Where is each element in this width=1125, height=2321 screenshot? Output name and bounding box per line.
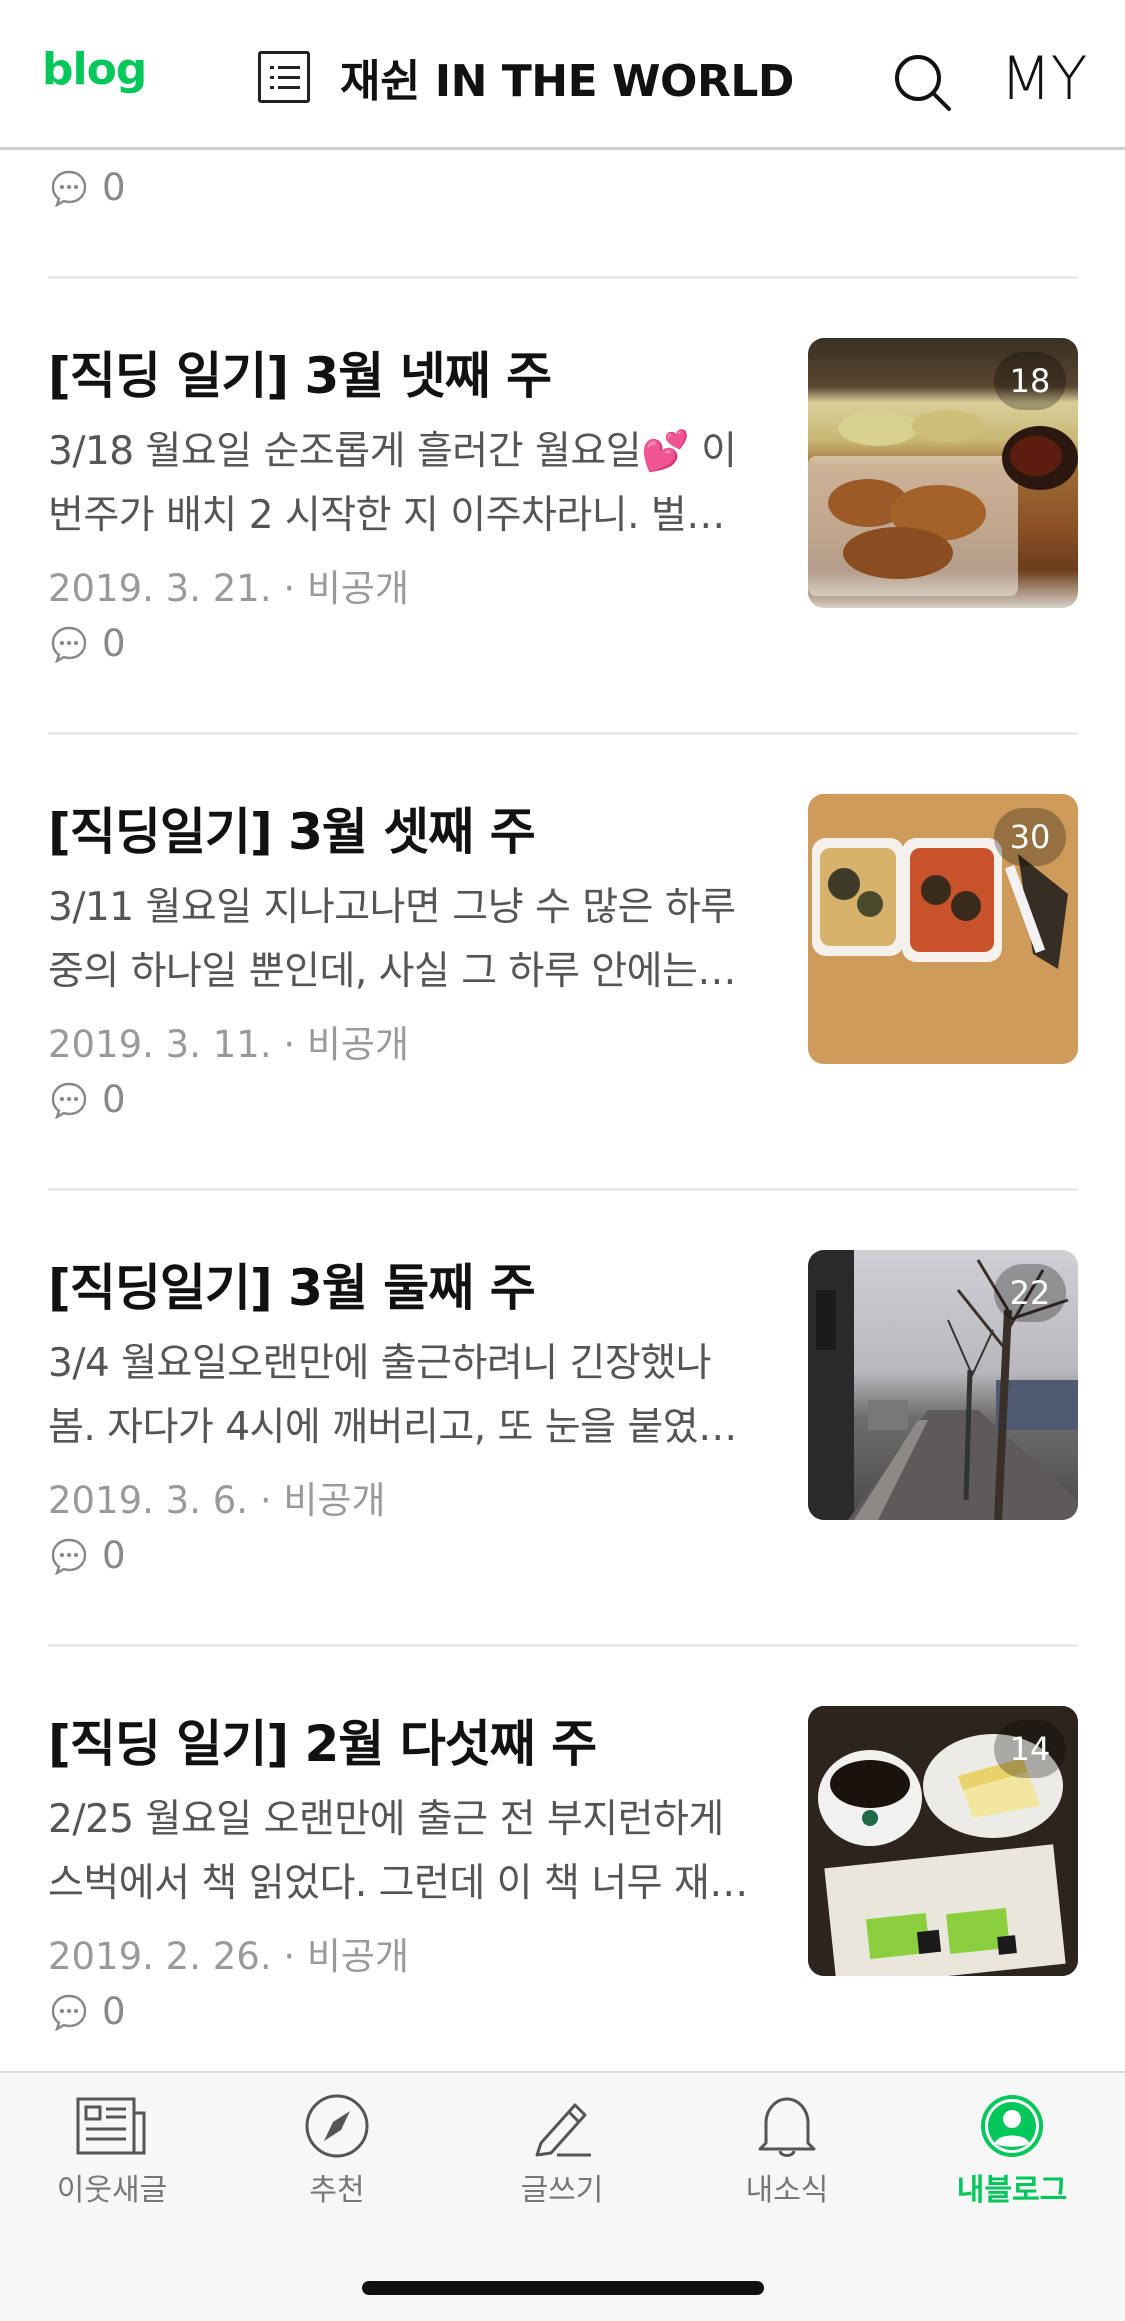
post-comments: 0 bbox=[50, 1534, 126, 1577]
nav-label: 내블로그 bbox=[956, 2173, 1068, 2208]
post-title[interactable]: [직딩일기] 3월 둘째 주 bbox=[48, 1248, 536, 1320]
excerpt-line: 3/4 월요일오랜만에 출근하려니 긴장했나 bbox=[48, 1341, 712, 1386]
post-meta: 2019. 3. 21. · 비공개 bbox=[48, 567, 410, 610]
post-thumbnail[interactable]: 18 bbox=[808, 338, 1078, 608]
post-excerpt: 2/25 월요일 오랜만에 출근 전 부지런하게 스벅에서 책 읽었다. 그런데… bbox=[48, 1788, 768, 1916]
nav-label: 추천 bbox=[309, 2173, 365, 2208]
post-date: 2019. 3. 6. bbox=[48, 1479, 249, 1522]
newspaper-icon bbox=[76, 2097, 146, 2155]
post-visibility: 비공개 bbox=[283, 1479, 386, 1522]
post-thumbnail[interactable]: 22 bbox=[808, 1250, 1078, 1520]
post-date: 2019. 3. 11. bbox=[48, 1023, 272, 1066]
excerpt-line: 3/11 월요일 지나고나면 그냥 수 많은 하루 bbox=[48, 885, 736, 930]
excerpt-line: 중의 하나일 뿐인데, 사실 그 하루 안에는… bbox=[48, 949, 736, 994]
nav-my-blog[interactable]: 내블로그 bbox=[912, 2093, 1112, 2209]
photo-count-badge: 30 bbox=[994, 808, 1066, 866]
nav-neighbor-posts[interactable]: 이웃새글 bbox=[12, 2093, 212, 2209]
post-excerpt: 3/11 월요일 지나고나면 그냥 수 많은 하루 중의 하나일 뿐인데, 사실… bbox=[48, 876, 768, 1004]
nav-label: 내소식 bbox=[745, 2173, 829, 2208]
post-divider bbox=[48, 1644, 1078, 1647]
post-meta: 2019. 3. 11. · 비공개 bbox=[48, 1023, 410, 1066]
post-excerpt: 3/18 월요일 순조롭게 흘러간 월요일💕 이 번주가 배치 2 시작한 지 … bbox=[48, 420, 768, 548]
post-visibility: 비공개 bbox=[306, 1935, 410, 1978]
comment-count: 0 bbox=[102, 1078, 126, 1121]
list-icon[interactable] bbox=[258, 51, 310, 103]
excerpt-line: 2/25 월요일 오랜만에 출근 전 부지런하게 bbox=[48, 1797, 724, 1842]
comment-count: 0 bbox=[102, 622, 126, 665]
excerpt-line: 번주가 배치 2 시작한 지 이주차라니. 벌… bbox=[48, 493, 725, 538]
excerpt-line: 봄. 자다가 4시에 깨버리고, 또 눈을 붙였… bbox=[48, 1405, 737, 1450]
nav-notifications[interactable]: 내소식 bbox=[687, 2093, 887, 2209]
nav-recommend[interactable]: 추천 bbox=[237, 2093, 437, 2209]
post-meta: 2019. 3. 6. · 비공개 bbox=[48, 1479, 386, 1522]
post-meta: 2019. 2. 26. · 비공개 bbox=[48, 1935, 410, 1978]
excerpt-line: 스벅에서 책 읽었다. 그런데 이 책 너무 재… bbox=[48, 1861, 748, 1906]
comment-icon bbox=[51, 626, 87, 663]
post-divider bbox=[48, 732, 1078, 735]
home-indicator[interactable] bbox=[362, 2281, 764, 2295]
previous-post-comments: 0 bbox=[50, 166, 126, 209]
post-thumbnail[interactable]: 30 bbox=[808, 794, 1078, 1064]
comment-icon bbox=[51, 1538, 87, 1575]
profile-icon bbox=[981, 2095, 1043, 2157]
photo-count-badge: 14 bbox=[994, 1720, 1066, 1778]
nav-label: 글쓰기 bbox=[520, 2173, 604, 2208]
blog-title[interactable]: 재쉰 IN THE WORLD bbox=[340, 45, 794, 109]
search-icon[interactable] bbox=[892, 52, 952, 112]
photo-count-badge: 22 bbox=[994, 1264, 1066, 1322]
comment-icon bbox=[51, 170, 87, 207]
nav-write[interactable]: 글쓰기 bbox=[462, 2093, 662, 2209]
post-divider bbox=[48, 276, 1078, 279]
post-visibility: 비공개 bbox=[306, 567, 410, 610]
pencil-icon bbox=[535, 2103, 591, 2157]
post-comments: 0 bbox=[50, 1078, 126, 1121]
post-title[interactable]: [직딩 일기] 2월 다섯째 주 bbox=[48, 1704, 597, 1776]
post-visibility: 비공개 bbox=[306, 1023, 410, 1066]
post-date: 2019. 3. 21. bbox=[48, 567, 272, 610]
post-thumbnail[interactable]: 14 bbox=[808, 1706, 1078, 1976]
top-header: blog 재쉰 IN THE WORLD MY bbox=[0, 0, 1125, 150]
comment-count: 0 bbox=[102, 1534, 126, 1577]
comment-count: 0 bbox=[102, 166, 126, 209]
blog-logo[interactable]: blog bbox=[42, 44, 147, 95]
my-button[interactable]: MY bbox=[1000, 44, 1087, 114]
post-comments: 0 bbox=[50, 622, 126, 665]
nav-label: 이웃새글 bbox=[56, 2173, 168, 2208]
post-comments: 0 bbox=[50, 1990, 126, 2033]
compass-icon bbox=[305, 2094, 369, 2158]
post-title[interactable]: [직딩 일기] 3월 넷째 주 bbox=[48, 336, 552, 408]
photo-count-badge: 18 bbox=[994, 352, 1066, 410]
post-item[interactable]: [직딩일기] 3월 둘째 주 3/4 월요일오랜만에 출근하려니 긴장했나 봄.… bbox=[0, 1250, 1125, 1706]
comment-count: 0 bbox=[102, 1990, 126, 2033]
post-excerpt: 3/4 월요일오랜만에 출근하려니 긴장했나 봄. 자다가 4시에 깨버리고, … bbox=[48, 1332, 768, 1460]
post-title[interactable]: [직딩일기] 3월 셋째 주 bbox=[48, 792, 536, 864]
post-item[interactable]: [직딩일기] 3월 셋째 주 3/11 월요일 지나고나면 그냥 수 많은 하루… bbox=[0, 794, 1125, 1250]
post-item[interactable]: [직딩 일기] 3월 넷째 주 3/18 월요일 순조롭게 흘러간 월요일💕 이… bbox=[0, 338, 1125, 794]
blog-title-group[interactable]: 재쉰 IN THE WORLD bbox=[258, 44, 794, 110]
post-date: 2019. 2. 26. bbox=[48, 1935, 272, 1978]
bell-icon bbox=[758, 2097, 816, 2157]
post-divider bbox=[48, 1188, 1078, 1191]
comment-icon bbox=[51, 1082, 87, 1119]
comment-icon bbox=[51, 1994, 87, 2031]
excerpt-line: 3/18 월요일 순조롭게 흘러간 월요일💕 이 bbox=[48, 429, 737, 474]
